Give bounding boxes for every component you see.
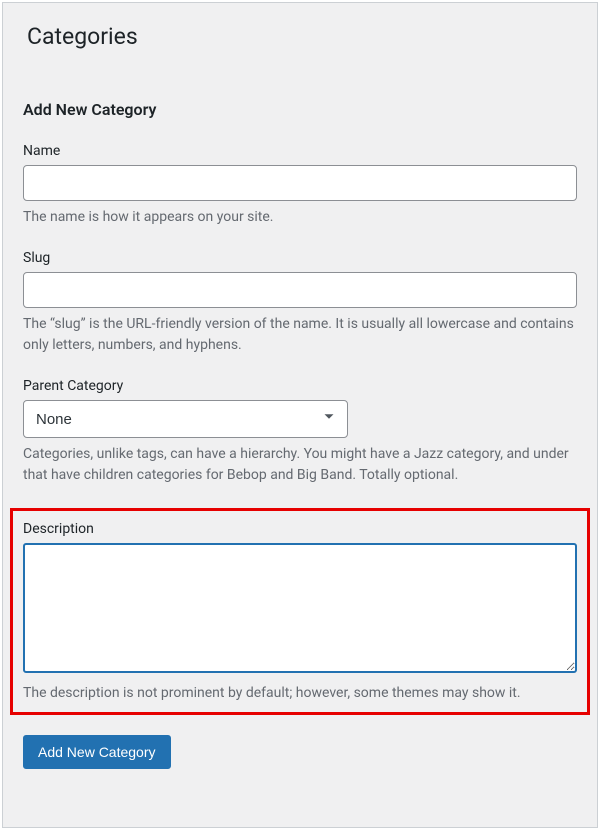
description-field-group: Description The description is not promi…: [23, 521, 577, 704]
parent-select-wrap: None: [23, 400, 348, 438]
name-input[interactable]: [23, 165, 577, 201]
slug-help: The “slug” is the URL-friendly version o…: [23, 314, 577, 356]
form-heading: Add New Category: [23, 100, 577, 119]
name-label: Name: [23, 143, 577, 159]
name-field-group: Name The name is how it appears on your …: [23, 143, 577, 228]
parent-help: Categories, unlike tags, can have a hier…: [23, 444, 577, 486]
description-help: The description is not prominent by defa…: [23, 683, 577, 704]
description-label: Description: [23, 521, 577, 537]
description-highlight: Description The description is not promi…: [10, 508, 590, 715]
description-textarea[interactable]: [23, 543, 577, 673]
parent-field-group: Parent Category None Categories, unlike …: [23, 378, 577, 486]
page-title: Categories: [23, 23, 577, 50]
slug-field-group: Slug The “slug” is the URL-friendly vers…: [23, 250, 577, 356]
add-category-button[interactable]: Add New Category: [23, 735, 171, 769]
categories-panel: Categories Add New Category Name The nam…: [2, 2, 598, 828]
slug-label: Slug: [23, 250, 577, 266]
parent-label: Parent Category: [23, 378, 577, 394]
name-help: The name is how it appears on your site.: [23, 207, 577, 228]
parent-select[interactable]: None: [23, 400, 348, 438]
slug-input[interactable]: [23, 272, 577, 308]
